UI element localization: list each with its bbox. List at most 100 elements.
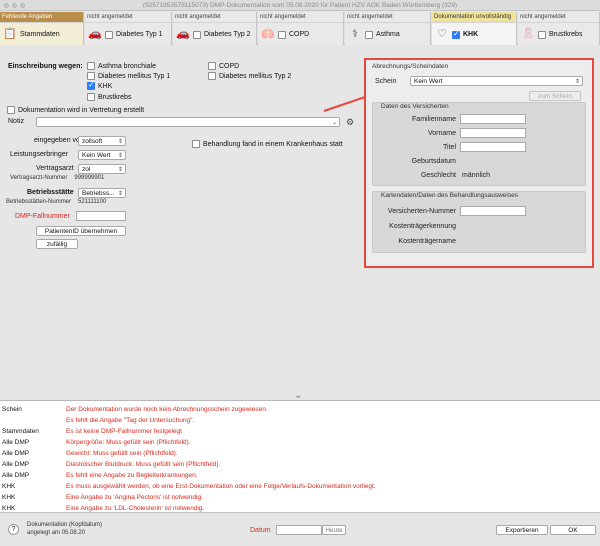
program-checkbox[interactable]: [208, 72, 216, 80]
betriebsstaette-select[interactable]: Betriebss... ⇕: [78, 188, 126, 198]
message-text: Es muss ausgewählt werden, ob eine Erst-…: [66, 482, 376, 490]
message-key: Alle DMP: [2, 438, 30, 446]
kostentraegername-label: Kostenträgername: [398, 238, 456, 245]
dmp-fallnummer-label: DMP-Fallnummer: [15, 213, 70, 220]
datum-input[interactable]: [276, 525, 322, 535]
updown-icon: ⇕: [117, 166, 123, 173]
abrechnung-panel: Abrechnungs/Scheindaten Schein Kein Wert…: [364, 58, 594, 268]
tab-diabetes-typ-2[interactable]: nicht angemeldet 🚗 Diabetes Typ 2: [173, 12, 257, 45]
program-checkbox[interactable]: [87, 81, 95, 90]
message-text: Gewicht: Muss gefüllt sein (Pflichtfeld)…: [66, 449, 178, 457]
message-key: Alle DMP: [2, 460, 30, 468]
message-key: KHK: [2, 493, 16, 501]
lungs-icon: 🫁: [261, 28, 275, 40]
betriebsstaette-row: Betriebsstätte: [27, 189, 74, 196]
tab-brustkrebs[interactable]: nicht angemeldet 🎗 Brustkrebs: [518, 12, 600, 45]
program-checkbox[interactable]: [87, 72, 95, 80]
tab-status: nicht angemeldet: [345, 12, 430, 23]
car-icon: 🚗: [176, 28, 190, 40]
vertragsarzt-select[interactable]: zol ⇕: [78, 164, 126, 174]
notiz-select[interactable]: ⌄: [36, 117, 340, 127]
tab-copd[interactable]: nicht angemeldet 🫁 COPD: [258, 12, 344, 45]
betriebsstaetten-nummer-row: Betriebsstätten-Nummer 521111100: [6, 199, 106, 205]
krankenhaus-checkbox[interactable]: [192, 140, 200, 148]
program-asthma[interactable]: Asthma bronchiale: [87, 62, 156, 70]
zum-schein-button[interactable]: zum Schein: [529, 91, 581, 101]
minimize-dot[interactable]: [12, 3, 17, 8]
message-text: Körpergröße: Muss gefüllt sein (Pflichtf…: [66, 438, 191, 446]
einschreibung-label-row: Einschreibung wegen:: [8, 63, 83, 70]
versicherten-title: Daten des Versicherten: [381, 103, 449, 110]
tab-checkbox[interactable]: [105, 30, 113, 39]
message-row: Alle DMP Diastolischer Blutdruck: Muss ge…: [2, 459, 220, 469]
betriebsstaette-label: Betriebsstätte: [27, 189, 74, 196]
schein-select[interactable]: Kein Wert ⇕: [410, 76, 583, 86]
window-controls[interactable]: [4, 3, 25, 8]
message-row: KHK Eine Angabe zu 'LDL-Cholesterin' ist …: [2, 503, 204, 512]
message-key: Alle DMP: [2, 471, 30, 479]
message-key: KHK: [2, 504, 16, 512]
dmp-fallnummer-input[interactable]: [76, 211, 126, 221]
tab-checkbox[interactable]: [538, 30, 546, 39]
familienname-input[interactable]: [460, 114, 526, 124]
dmp-fallnummer-row: DMP-Fallnummer: [15, 213, 70, 220]
eingegeben-von-select[interactable]: zollsoft ⇕: [78, 136, 126, 146]
versichertennummer-input[interactable]: [460, 206, 526, 216]
ribbon-icon: 🎗: [521, 28, 535, 40]
ok-button[interactable]: OK: [550, 525, 596, 535]
program-brustkrebs[interactable]: Brustkrebs: [87, 93, 131, 101]
window-title: (92571953578115073) DMP-Dokumentation vo…: [142, 1, 458, 9]
tab-checkbox[interactable]: [452, 30, 460, 39]
program-checkbox[interactable]: [87, 93, 95, 101]
vertragsarzt-row: Vertragsarzt: [36, 165, 74, 172]
message-text: Eine Angabe zu 'LDL-Cholesterin' ist not…: [66, 504, 205, 512]
exportieren-button[interactable]: Exportieren: [496, 525, 548, 535]
tab-checkbox[interactable]: [278, 30, 286, 39]
tab-asthma[interactable]: nicht angemeldet ⚕ Asthma: [345, 12, 431, 45]
select-value: zol: [82, 165, 91, 173]
heart-icon: ♡: [437, 28, 447, 40]
zoom-dot[interactable]: [20, 3, 25, 8]
angelegt-label: angelegt am 05.08.20: [27, 530, 86, 536]
vertretung-row[interactable]: Dokumentation wird in Vertretung erstell…: [7, 106, 144, 114]
patientid-uebernehmen-button[interactable]: PatientenID übernehmen: [36, 226, 126, 236]
vertretung-checkbox[interactable]: [7, 106, 15, 114]
vorname-input[interactable]: [460, 128, 526, 138]
program-diabetes-1[interactable]: Diabetes mellitus Typ 1: [87, 72, 170, 80]
tab-stammdaten[interactable]: Fehlende Angaben 📋 Stammdaten: [0, 12, 84, 45]
zufaellig-button[interactable]: zufällig: [36, 239, 78, 249]
dokumentation-label: Dokumentation (Kopfdatum): [27, 522, 103, 528]
titel-input[interactable]: [460, 142, 526, 152]
leistungserbringer-select[interactable]: Kein Wert ⇕: [78, 150, 126, 160]
tab-label: KHK: [463, 31, 479, 38]
vertretung-label: Dokumentation wird in Vertretung erstell…: [18, 106, 145, 114]
tab-status: nicht angemeldet: [173, 12, 256, 23]
krankenhaus-row[interactable]: Behandlung fand in einem Krankenhaus sta…: [192, 140, 343, 148]
program-copd[interactable]: COPD: [208, 62, 239, 70]
tab-status: nicht angemeldet: [258, 12, 343, 23]
program-checkbox[interactable]: [87, 62, 95, 70]
leistungserbringer-row: Leistungserbringer: [10, 151, 68, 158]
krankenhaus-label: Behandlung fand in einem Krankenhaus sta…: [203, 140, 343, 148]
close-dot[interactable]: [4, 3, 9, 8]
tab-checkbox[interactable]: [193, 30, 201, 39]
tab-label: Asthma: [376, 31, 400, 38]
stethoscope-icon: ⚕: [352, 28, 358, 40]
program-khk[interactable]: KHK: [87, 81, 112, 90]
message-key: Alle DMP: [2, 449, 30, 457]
tab-checkbox[interactable]: [365, 30, 373, 39]
tab-diabetes-typ-1[interactable]: nicht angemeldet 🚗 Diabetes Typ 1: [85, 12, 172, 45]
help-icon[interactable]: ?: [8, 524, 19, 535]
gear-icon[interactable]: ⚙: [346, 117, 354, 127]
eingegeben-row: eingegeben von: [34, 137, 84, 144]
program-checkbox[interactable]: [208, 62, 216, 70]
tab-khk[interactable]: Dokumentation unvollständig ♡ KHK: [432, 12, 517, 45]
footer-bar: ? Dokumentation (Kopfdatum) angelegt am …: [0, 512, 600, 546]
betriebsstaetten-nummer-value: 521111100: [78, 199, 107, 205]
message-key: Schein: [2, 405, 22, 413]
program-diabetes-2[interactable]: Diabetes mellitus Typ 2: [208, 72, 291, 80]
message-row: KHK Es muss ausgewählt werden, ob eine Er…: [2, 481, 376, 491]
message-row: Es fehlt die Angabe "Tag der Untersuchun…: [2, 415, 194, 425]
program-label: Diabetes mellitus Typ 2: [219, 72, 292, 80]
heute-button[interactable]: Heute: [322, 525, 346, 535]
